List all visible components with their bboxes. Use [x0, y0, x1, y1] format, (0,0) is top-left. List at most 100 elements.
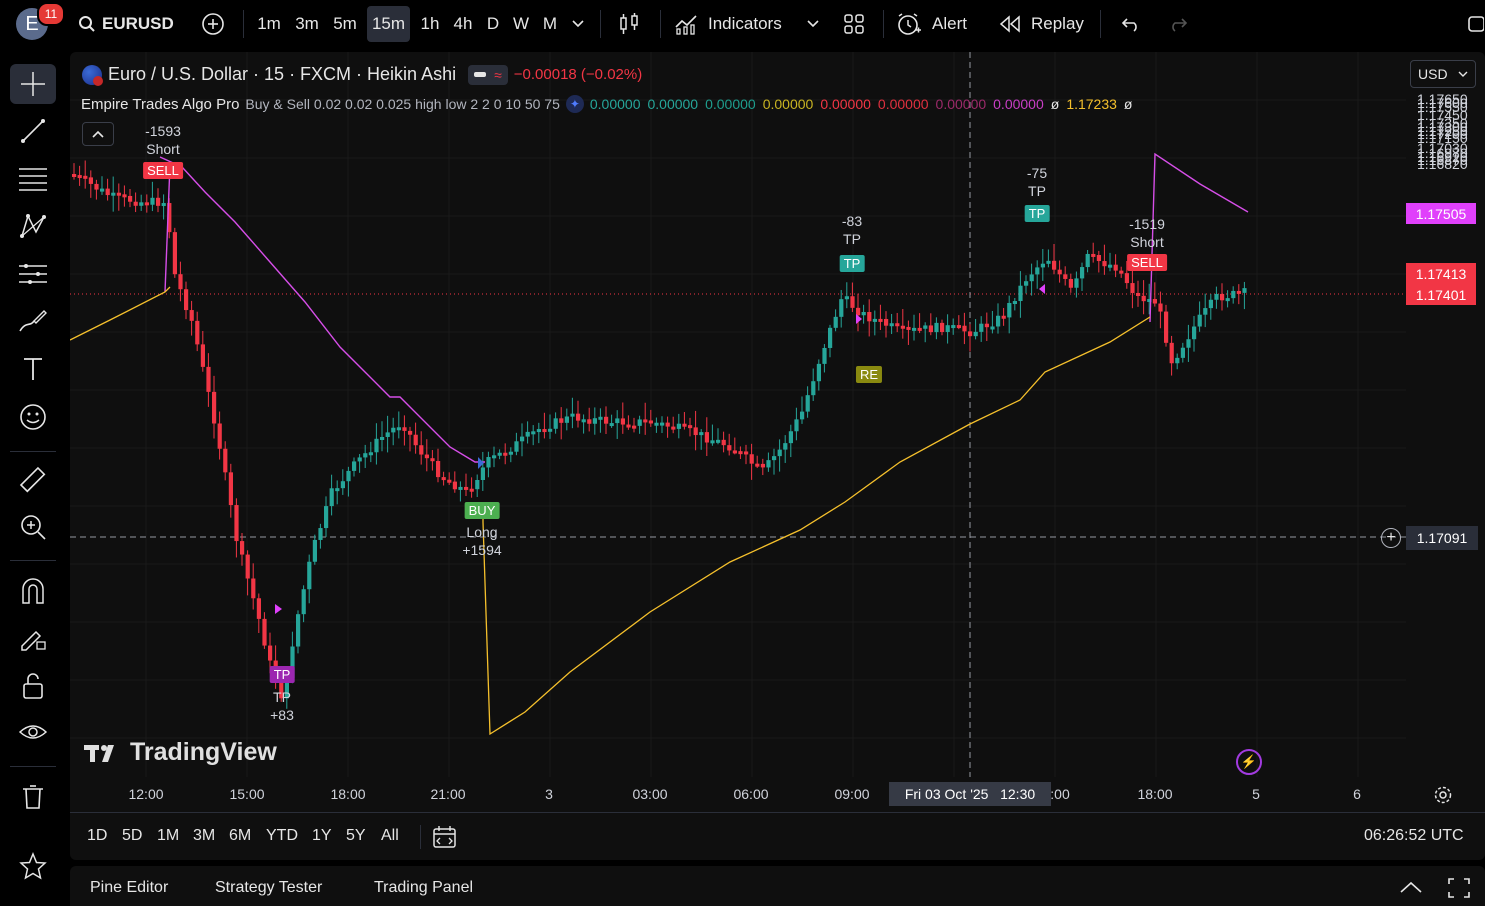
hide-drawings-tool[interactable] [10, 713, 56, 753]
candle-body [480, 467, 485, 481]
interval-m[interactable]: M [539, 6, 561, 42]
candle-body [161, 203, 166, 207]
tab-trading-panel[interactable]: Trading Panel [374, 879, 473, 897]
candle-body [548, 428, 553, 432]
tab-strategy-tester[interactable]: Strategy Tester [215, 879, 322, 897]
range-ytd[interactable]: YTD [266, 827, 298, 845]
stay-in-drawing-tool[interactable] [10, 618, 56, 658]
interval-1h[interactable]: 1h [417, 6, 443, 42]
signal-tp-label[interactable]: TP [269, 666, 295, 683]
candle-body [1130, 283, 1135, 293]
interval-15m-active[interactable]: 15m [367, 6, 410, 42]
candle-body [234, 505, 239, 542]
time-tick-label: 5 [1252, 786, 1260, 802]
text-tool[interactable] [10, 349, 56, 389]
candle-body [794, 419, 799, 432]
bottom-panel: Pine Editor Strategy Tester Trading Pane… [70, 866, 1485, 906]
time-tick-label: 3 [545, 786, 553, 802]
add-alert-plus-icon[interactable]: + [1381, 528, 1401, 548]
indicator-name[interactable]: Empire Trades Algo Pro [81, 96, 239, 113]
range-all[interactable]: All [381, 827, 399, 845]
candle-body [1214, 293, 1219, 300]
candle-body [878, 318, 883, 322]
signal-tp-label[interactable]: TP [1024, 205, 1050, 222]
range-1y[interactable]: 1Y [312, 827, 332, 845]
candle-body [88, 177, 93, 184]
maximize-panel-button[interactable] [1448, 878, 1470, 903]
candle-body [716, 439, 721, 443]
legend-toggle-button[interactable]: ≈ [468, 64, 508, 85]
currency-selector[interactable]: USD [1410, 60, 1476, 88]
fullscreen-button[interactable] [1462, 6, 1485, 42]
trash-icon [23, 785, 43, 809]
magnet-tool[interactable] [10, 571, 56, 611]
candle-body [296, 614, 301, 647]
emoji-tool[interactable] [10, 397, 56, 437]
compare-symbol-button[interactable] [197, 6, 229, 42]
trend-line-tool[interactable] [10, 111, 56, 151]
candle-body [1080, 267, 1085, 279]
candle-body [228, 472, 233, 506]
watchlist-favorites-tool[interactable] [10, 846, 56, 886]
candle-body [324, 506, 329, 529]
candle-body [889, 323, 894, 327]
zoom-tool[interactable] [10, 507, 56, 547]
pattern-tool[interactable] [10, 206, 56, 246]
goto-date-button[interactable] [432, 825, 458, 849]
signal-sell-label[interactable]: SELL [1127, 254, 1167, 271]
measure-tool[interactable] [10, 460, 56, 500]
indicator-value: ø [1050, 96, 1060, 112]
undo-button[interactable] [1116, 6, 1146, 42]
chart-type-button[interactable] [612, 6, 646, 42]
clock-timezone[interactable]: 06:26:52 UTC [1364, 827, 1464, 845]
drawing-toolbar [0, 48, 66, 906]
tab-pine-editor[interactable]: Pine Editor [90, 879, 168, 897]
signal-tp-label[interactable]: TP [839, 255, 865, 272]
indicator-settings-icon[interactable]: ✦ [565, 95, 584, 113]
interval-dropdown[interactable] [568, 6, 588, 42]
calendar-arrows-icon [433, 826, 456, 848]
interval-3m[interactable]: 3m [292, 6, 322, 42]
range-1m[interactable]: 1M [157, 827, 179, 845]
candle-body [777, 449, 782, 457]
interval-d[interactable]: D [482, 6, 504, 42]
symbol-search-button[interactable]: EURUSD [78, 6, 178, 42]
range-6m[interactable]: 6M [229, 827, 251, 845]
time-tick-label: 09:00 [834, 786, 870, 802]
range-5y[interactable]: 5Y [346, 827, 366, 845]
collapse-legend-button[interactable] [82, 122, 114, 146]
candle-body [497, 452, 502, 456]
signal-re-label[interactable]: RE [855, 366, 883, 383]
tradingview-watermark[interactable]: TradingView [84, 738, 277, 767]
candle-body [1091, 253, 1096, 257]
chart-settings-button[interactable] [1433, 785, 1455, 805]
forecast-tool[interactable] [10, 254, 56, 294]
replay-button[interactable]: Replay [999, 6, 1089, 42]
range-5d[interactable]: 5D [122, 827, 142, 845]
layouts-button[interactable] [838, 6, 870, 42]
interval-4h[interactable]: 4h [450, 6, 476, 42]
redo-button[interactable] [1163, 6, 1193, 42]
lightning-icon[interactable]: ⚡ [1236, 749, 1262, 775]
indicators-button[interactable]: Indicators [674, 6, 796, 42]
signal-sell-label[interactable]: SELL [143, 162, 183, 179]
maximize-icon [1448, 878, 1470, 898]
brush-tool[interactable] [10, 302, 56, 342]
expand-panel-button[interactable] [1400, 880, 1422, 898]
alert-button[interactable]: Alert [896, 6, 976, 42]
trailing-stop-line-pink [159, 156, 485, 463]
smiley-icon [20, 404, 46, 430]
fib-tool[interactable] [10, 159, 56, 199]
signal-buy-label[interactable]: BUY [464, 502, 500, 519]
interval-w[interactable]: W [509, 6, 533, 42]
lock-drawings-tool[interactable] [10, 666, 56, 706]
alarm-clock-icon [898, 13, 921, 35]
indicators-dropdown[interactable] [803, 6, 823, 42]
interval-5m[interactable]: 5m [330, 6, 360, 42]
crosshair-tool[interactable] [10, 64, 56, 104]
interval-1m[interactable]: 1m [254, 6, 284, 42]
range-1d[interactable]: 1D [87, 827, 107, 845]
indicators-icon [675, 15, 697, 35]
remove-drawings-tool[interactable] [10, 777, 56, 817]
range-3m[interactable]: 3M [193, 827, 215, 845]
